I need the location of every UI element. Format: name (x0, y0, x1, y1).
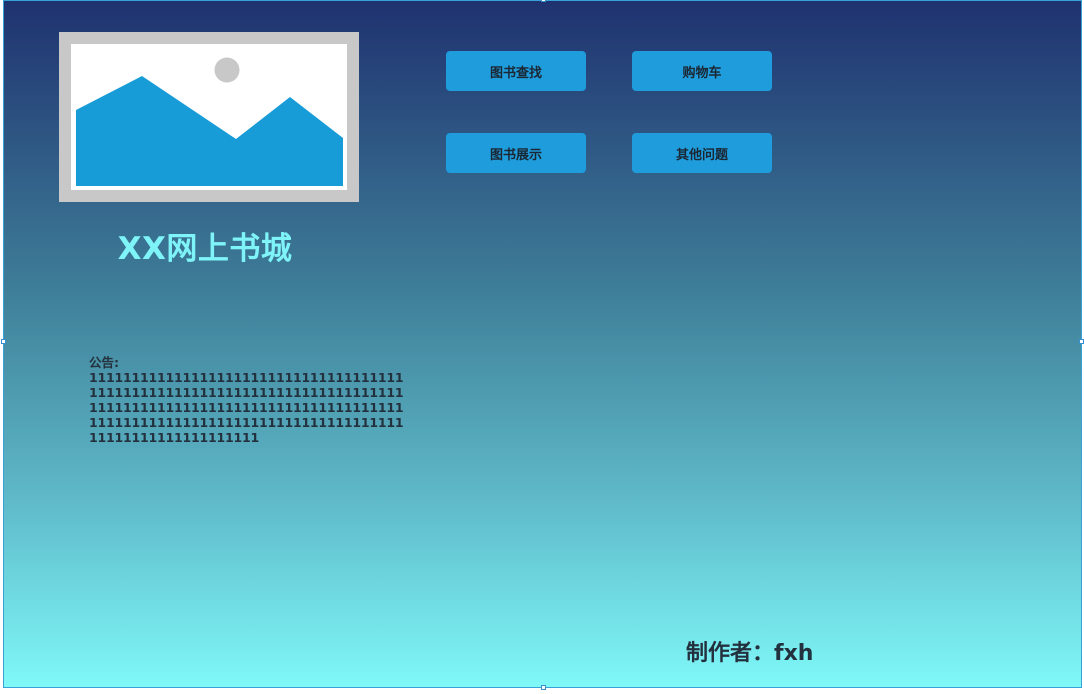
book-display-button[interactable]: 图书展示 (446, 133, 586, 173)
resize-handle-top[interactable] (541, 0, 546, 2)
book-search-button[interactable]: 图书查找 (446, 51, 586, 91)
author-credit: 制作者：fxh (686, 641, 814, 666)
notice-title: 公告: (89, 355, 119, 370)
other-questions-button[interactable]: 其他问题 (632, 133, 772, 173)
notice-body: 1111111111111111111111111111111111111111… (89, 370, 404, 445)
image-placeholder-icon (59, 32, 359, 202)
site-title: XX网上书城 (117, 231, 293, 267)
shopping-cart-button[interactable]: 购物车 (632, 51, 772, 91)
page-canvas: XX网上书城 图书查找 购物车 图书展示 其他问题 公告: 1111111111… (3, 0, 1082, 688)
resize-handle-right[interactable] (1079, 339, 1084, 344)
notice-panel: 公告: 111111111111111111111111111111111111… (89, 355, 409, 445)
resize-handle-left[interactable] (1, 339, 6, 344)
resize-handle-bottom[interactable] (541, 685, 546, 690)
